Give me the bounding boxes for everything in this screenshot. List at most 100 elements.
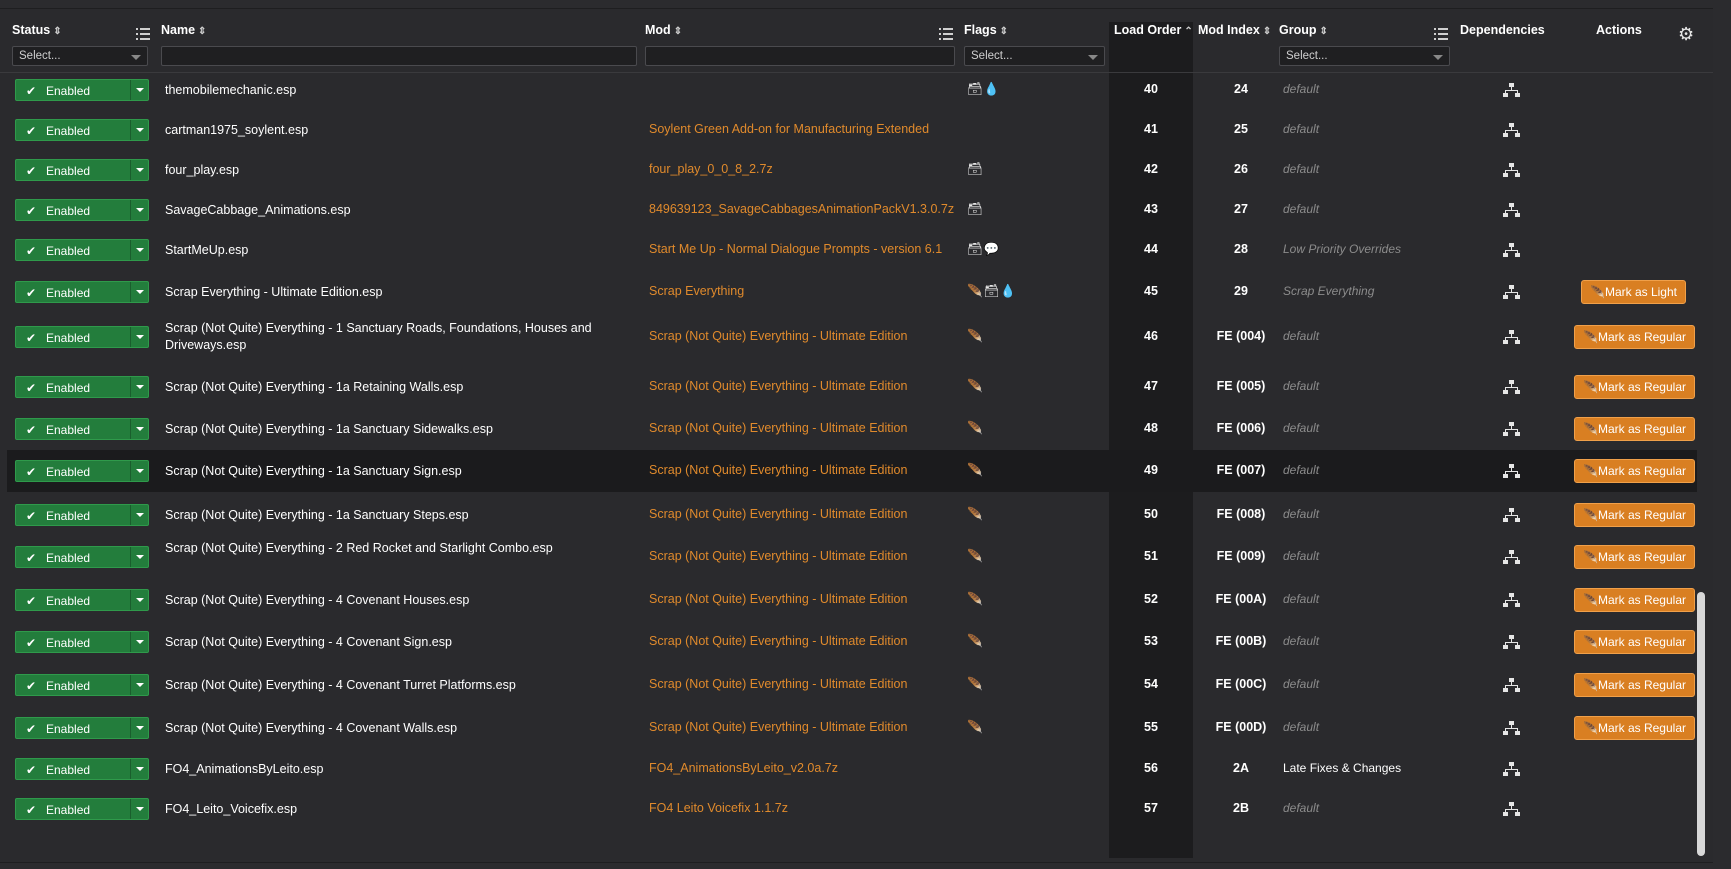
status-dropdown[interactable]: ✔ Enabled — [15, 460, 149, 482]
table-row[interactable]: ✔ Enabled FO4_Leito_Voicefix.esp FO4 Lei… — [7, 789, 1697, 829]
mod-link[interactable]: Scrap (Not Quite) Everything - Ultimate … — [649, 634, 907, 648]
chevron-down-icon[interactable] — [136, 168, 144, 172]
status-dropdown[interactable]: ✔ Enabled — [15, 717, 149, 739]
table-row[interactable]: ✔ Enabled Scrap (Not Quite) Everything -… — [7, 579, 1697, 621]
header-status[interactable]: Status ⇕ — [12, 23, 62, 37]
sitemap-icon[interactable] — [1503, 380, 1520, 394]
sort-icon[interactable]: ⇕ — [53, 26, 61, 37]
chevron-down-icon[interactable] — [136, 469, 144, 473]
chevron-down-icon[interactable] — [136, 385, 144, 389]
mark-as-regular-button[interactable]: 🪶Mark as Regular — [1574, 716, 1695, 740]
header-name[interactable]: Name ⇕ — [161, 23, 206, 37]
sitemap-icon[interactable] — [1503, 508, 1520, 522]
status-dropdown[interactable]: ✔ Enabled — [15, 326, 149, 348]
sort-asc-icon[interactable]: ⌃ — [1184, 26, 1192, 37]
sitemap-icon[interactable] — [1503, 464, 1520, 478]
sitemap-icon[interactable] — [1503, 243, 1520, 257]
scrollbar[interactable] — [1697, 592, 1705, 856]
chevron-down-icon[interactable] — [136, 335, 144, 339]
list-icon[interactable] — [136, 28, 150, 40]
table-row[interactable]: ✔ Enabled Scrap (Not Quite) Everything -… — [7, 450, 1697, 492]
mod-link[interactable]: Scrap (Not Quite) Everything - Ultimate … — [649, 463, 907, 477]
mod-link[interactable]: four_play_0_0_8_2.7z — [649, 162, 773, 176]
chevron-down-icon[interactable] — [136, 290, 144, 294]
header-load-order[interactable]: Load Order ⌃ — [1114, 23, 1193, 37]
sitemap-icon[interactable] — [1503, 83, 1520, 97]
chevron-down-icon[interactable] — [136, 683, 144, 687]
status-dropdown[interactable]: ✔ Enabled — [15, 589, 149, 611]
mod-link[interactable]: Scrap (Not Quite) Everything - Ultimate … — [649, 720, 907, 734]
header-group[interactable]: Group ⇕ — [1279, 23, 1328, 37]
mod-link[interactable]: Scrap Everything — [649, 284, 744, 298]
status-dropdown[interactable]: ✔ Enabled — [15, 631, 149, 653]
mod-link[interactable]: Scrap (Not Quite) Everything - Ultimate … — [649, 421, 907, 435]
sitemap-icon[interactable] — [1503, 163, 1520, 177]
status-dropdown[interactable]: ✔ Enabled — [15, 758, 149, 780]
sitemap-icon[interactable] — [1503, 285, 1520, 299]
chevron-down-icon[interactable] — [136, 555, 144, 559]
status-filter-select[interactable]: Select... — [12, 46, 148, 66]
table-row[interactable]: ✔ Enabled Scrap (Not Quite) Everything -… — [7, 536, 1697, 578]
table-row[interactable]: ✔ Enabled four_play.esp four_play_0_0_8_… — [7, 150, 1697, 190]
sitemap-icon[interactable] — [1503, 721, 1520, 735]
table-row[interactable]: ✔ Enabled Scrap (Not Quite) Everything -… — [7, 366, 1697, 408]
table-row[interactable]: ✔ Enabled Scrap (Not Quite) Everything -… — [7, 664, 1697, 706]
header-mod[interactable]: Mod ⇕ — [645, 23, 682, 37]
list-icon[interactable] — [939, 28, 953, 40]
chevron-down-icon[interactable] — [136, 128, 144, 132]
mark-as-regular-button[interactable]: 🪶Mark as Regular — [1574, 673, 1695, 697]
table-row[interactable]: ✔ Enabled cartman1975_soylent.esp Soylen… — [7, 110, 1697, 150]
status-dropdown[interactable]: ✔ Enabled — [15, 674, 149, 696]
sitemap-icon[interactable] — [1503, 802, 1520, 816]
sitemap-icon[interactable] — [1503, 635, 1520, 649]
mark-as-regular-button[interactable]: 🪶Mark as Regular — [1574, 325, 1695, 349]
sitemap-icon[interactable] — [1503, 593, 1520, 607]
table-row[interactable]: ✔ Enabled Scrap (Not Quite) Everything -… — [7, 621, 1697, 663]
status-dropdown[interactable]: ✔ Enabled — [15, 119, 149, 141]
status-dropdown[interactable]: ✔ Enabled — [15, 159, 149, 181]
table-row[interactable]: ✔ Enabled Scrap Everything - Ultimate Ed… — [7, 270, 1697, 314]
gear-icon[interactable]: ⚙ — [1678, 25, 1694, 43]
flags-filter-select[interactable]: Select... — [964, 46, 1105, 66]
status-dropdown[interactable]: ✔ Enabled — [15, 418, 149, 440]
mark-as-regular-button[interactable]: 🪶Mark as Regular — [1574, 417, 1695, 441]
mod-filter-input[interactable] — [645, 46, 955, 66]
sitemap-icon[interactable] — [1503, 762, 1520, 776]
mod-link[interactable]: Scrap (Not Quite) Everything - Ultimate … — [649, 592, 907, 606]
sort-icon[interactable]: ⇕ — [198, 26, 206, 37]
chevron-down-icon[interactable] — [136, 208, 144, 212]
mark-as-regular-button[interactable]: 🪶Mark as Regular — [1574, 459, 1695, 483]
sitemap-icon[interactable] — [1503, 422, 1520, 436]
chevron-down-icon[interactable] — [136, 88, 144, 92]
mark-as-regular-button[interactable]: 🪶Mark as Regular — [1574, 375, 1695, 399]
header-mod-index[interactable]: Mod Index ⇕ — [1198, 23, 1271, 37]
sitemap-icon[interactable] — [1503, 203, 1520, 217]
chevron-down-icon[interactable] — [136, 640, 144, 644]
mark-as-regular-button[interactable]: 🪶Mark as Regular — [1574, 545, 1695, 569]
mod-link[interactable]: FO4_AnimationsByLeito_v2.0a.7z — [649, 761, 838, 775]
sort-icon[interactable]: ⇕ — [674, 26, 682, 37]
sitemap-icon[interactable] — [1503, 330, 1520, 344]
group-filter-select[interactable]: Select... — [1279, 46, 1450, 66]
sitemap-icon[interactable] — [1503, 123, 1520, 137]
table-row[interactable]: ✔ Enabled FO4_AnimationsByLeito.esp FO4_… — [7, 749, 1697, 789]
mod-link[interactable]: Scrap (Not Quite) Everything - Ultimate … — [649, 329, 907, 343]
table-row[interactable]: ✔ Enabled Scrap (Not Quite) Everything -… — [7, 494, 1697, 536]
chevron-down-icon[interactable] — [136, 598, 144, 602]
status-dropdown[interactable]: ✔ Enabled — [15, 376, 149, 398]
table-row[interactable]: ✔ Enabled Scrap (Not Quite) Everything -… — [7, 408, 1697, 450]
mark-as-regular-button[interactable]: 🪶Mark as Regular — [1574, 588, 1695, 612]
status-dropdown[interactable]: ✔ Enabled — [15, 199, 149, 221]
status-dropdown[interactable]: ✔ Enabled — [15, 504, 149, 526]
mod-link[interactable]: Scrap (Not Quite) Everything - Ultimate … — [649, 677, 907, 691]
table-row[interactable]: ✔ Enabled themobilemechanic.esp 🗃💧 40 24… — [7, 70, 1697, 110]
sitemap-icon[interactable] — [1503, 550, 1520, 564]
header-flags[interactable]: Flags ⇕ — [964, 23, 1008, 37]
chevron-down-icon[interactable] — [136, 513, 144, 517]
name-filter-input[interactable] — [161, 46, 637, 66]
mark-as-light-button[interactable]: 🪶Mark as Light — [1581, 280, 1686, 304]
status-dropdown[interactable]: ✔ Enabled — [15, 239, 149, 261]
mod-link[interactable]: Scrap (Not Quite) Everything - Ultimate … — [649, 379, 907, 393]
status-dropdown[interactable]: ✔ Enabled — [15, 546, 149, 568]
table-row[interactable]: ✔ Enabled Scrap (Not Quite) Everything -… — [7, 707, 1697, 749]
